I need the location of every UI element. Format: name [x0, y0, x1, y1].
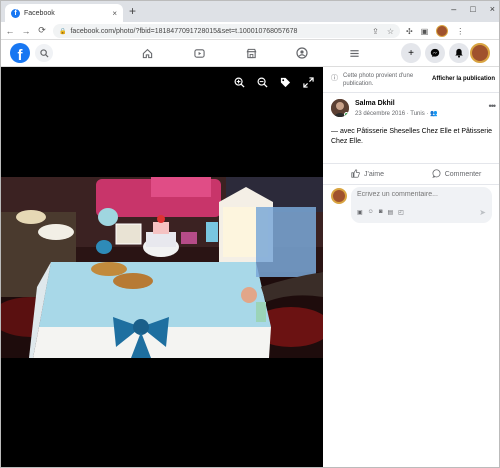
groups-icon[interactable]: [293, 44, 311, 62]
url-text: facebook.com/photo/?fbid=181847709172801…: [70, 27, 298, 35]
avatar-sticker-icon[interactable]: ▣: [357, 209, 363, 216]
messenger-icon[interactable]: [425, 43, 445, 63]
gif-icon[interactable]: ▤: [387, 209, 393, 216]
divider: [323, 92, 499, 93]
sidepanel-icon[interactable]: ▣: [421, 27, 429, 36]
close-window-button[interactable]: ×: [490, 4, 495, 14]
author-name[interactable]: Salma Dkhil: [355, 100, 395, 107]
reload-button[interactable]: ⟳: [35, 25, 49, 36]
address-toolbar: ← → ⟳ 🔒 facebook.com/photo/?fbid=1818477…: [1, 22, 499, 40]
zoom-in-icon[interactable]: [234, 77, 245, 91]
bookmark-star-icon[interactable]: ☆: [387, 27, 394, 36]
divider: [323, 163, 499, 164]
post-date-location: 23 décembre 2016 · Tunis ·: [355, 111, 431, 117]
browser-window: f Facebook × + – □ × ← → ⟳ 🔒 facebook.co…: [0, 0, 500, 468]
zoom-out-icon[interactable]: [257, 77, 268, 91]
info-icon: ⓘ: [331, 75, 338, 82]
current-user-avatar[interactable]: [331, 188, 347, 204]
send-icon[interactable]: ➤: [479, 208, 486, 217]
tab-title: Facebook: [24, 9, 55, 17]
post-author: Salma Dkhil 23 décembre 2016 · Tunis · 👥…: [331, 99, 497, 123]
like-button[interactable]: J'aime: [323, 165, 412, 183]
share-icon[interactable]: ⇪: [372, 27, 379, 36]
puzzle-icon[interactable]: ✣: [406, 27, 413, 36]
marketplace-icon[interactable]: [242, 44, 260, 62]
comment-tools: ▣ ☺ ◙ ▤ ◰: [357, 209, 404, 216]
like-label: J'aime: [363, 170, 384, 178]
comment-input[interactable]: [357, 191, 485, 198]
search-icon[interactable]: [35, 44, 53, 62]
comment-button[interactable]: Commenter: [412, 165, 499, 183]
photo-viewer: [1, 67, 323, 467]
facebook-logo[interactable]: f: [10, 43, 30, 63]
author-avatar[interactable]: [331, 99, 349, 117]
comment-bubble-icon: [431, 168, 441, 180]
friends-audience-icon: 👥: [430, 111, 438, 117]
create-button[interactable]: +: [401, 43, 421, 63]
video-icon[interactable]: [190, 44, 208, 62]
back-button[interactable]: ←: [3, 26, 17, 36]
post-meta: 23 décembre 2016 · Tunis · 👥: [355, 110, 438, 117]
emoji-icon[interactable]: ☺: [368, 209, 374, 216]
menu-icon[interactable]: [345, 44, 363, 62]
url-bar[interactable]: 🔒 facebook.com/photo/?fbid=1818477091728…: [53, 24, 400, 38]
forward-button[interactable]: →: [19, 26, 33, 36]
tab-strip: f Facebook × + – □ ×: [1, 1, 499, 22]
sticker-icon[interactable]: ◰: [398, 209, 404, 216]
profile-avatar[interactable]: [470, 43, 490, 63]
tab-close-icon[interactable]: ×: [112, 9, 117, 18]
photo-image: [1, 177, 323, 358]
minimize-button[interactable]: –: [451, 4, 456, 14]
fullscreen-icon[interactable]: [303, 77, 314, 91]
divider: [323, 184, 499, 185]
camera-icon[interactable]: ◙: [379, 209, 383, 216]
comment-composer: ▣ ☺ ◙ ▤ ◰ ➤: [351, 187, 492, 223]
source-notice: ⓘ Cette photo provient d'une publication…: [331, 72, 499, 94]
thumbs-up-icon: [351, 168, 360, 180]
omnibox-icons: ⇪ ☆: [372, 27, 394, 36]
post-caption: — avec Pâtisserie Sheselles Chez Elle et…: [331, 128, 493, 145]
notifications-bell-icon[interactable]: [449, 43, 469, 63]
extension-icons: ✣ ▣ ⋮: [406, 22, 464, 40]
notice-text: Cette photo provient d'une publication.: [343, 73, 414, 87]
tag-icon[interactable]: [280, 77, 291, 91]
more-options-button[interactable]: •••: [489, 101, 497, 111]
home-icon[interactable]: [138, 44, 156, 62]
maximize-button[interactable]: □: [470, 4, 475, 14]
facebook-header: f +: [1, 40, 499, 67]
comment-label: Commenter: [444, 170, 482, 178]
new-tab-button[interactable]: +: [129, 4, 136, 18]
facebook-favicon-icon: f: [11, 8, 20, 18]
lock-icon: 🔒: [59, 28, 67, 35]
post-side-panel: ⓘ Cette photo provient d'une publication…: [323, 67, 499, 467]
kebab-menu-icon[interactable]: ⋮: [456, 27, 464, 36]
window-controls: – □ ×: [451, 4, 495, 14]
browser-tab[interactable]: f Facebook ×: [5, 4, 123, 22]
profile-avatar[interactable]: [436, 25, 449, 37]
online-status-dot: [344, 112, 349, 117]
view-post-link[interactable]: Afficher la publication: [432, 76, 495, 82]
post-actions: J'aime Commenter: [323, 165, 499, 183]
